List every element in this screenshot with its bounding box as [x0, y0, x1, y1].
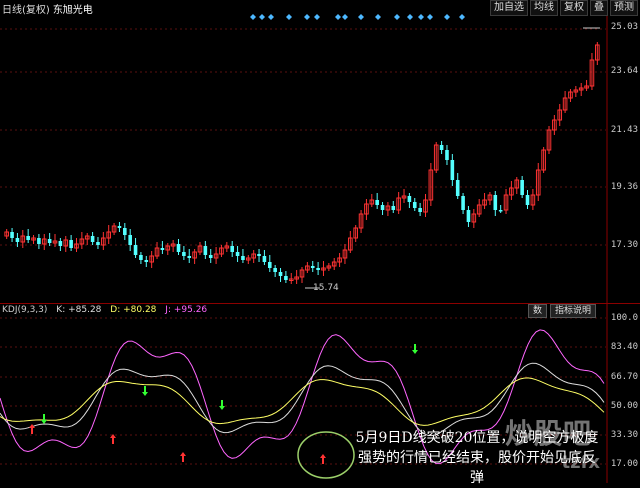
kdj-axis-label: 66.70 [610, 372, 638, 382]
candle-body [310, 266, 315, 268]
kdj-k-value: K: +85.28 [56, 305, 102, 315]
candle-body [133, 245, 138, 255]
candle-body [284, 276, 288, 280]
kdj-name: KDJ(9,3,3) [2, 305, 48, 315]
event-diamond-icon [250, 14, 256, 20]
event-diamond-icon [418, 14, 424, 20]
candle-body [10, 232, 14, 238]
event-diamond-icon [394, 14, 400, 20]
candle-body [37, 238, 41, 244]
candle-body [235, 252, 240, 256]
candle-body [187, 256, 192, 258]
candle-body [257, 254, 261, 256]
candle-body [176, 244, 181, 252]
candle-body [160, 248, 165, 250]
event-diamond-icon [375, 14, 381, 20]
candle-body [450, 160, 455, 180]
candle-body [455, 180, 460, 196]
candle-body [412, 202, 417, 208]
candle-body [493, 195, 498, 210]
kdj-axis-label: 50.00 [610, 401, 638, 411]
sell-arrow-icon [41, 414, 47, 424]
price-axis-label: 25.03 [610, 22, 638, 32]
formula-button[interactable]: 数 [527, 304, 547, 318]
candle-body [278, 272, 283, 276]
candle-body [418, 208, 422, 212]
kdj-d-value: D: +80.28 [110, 305, 157, 315]
candle-body [208, 255, 213, 258]
candle-body [241, 256, 245, 260]
candle-body [139, 255, 143, 260]
candle-body [273, 268, 277, 272]
event-diamond-icon [459, 14, 465, 20]
candle-body [15, 238, 20, 242]
kdj-axis-label: 17.00 [610, 459, 638, 469]
event-diamond-icon [342, 14, 348, 20]
candlestick-chart[interactable] [0, 0, 640, 483]
candle-body [123, 228, 127, 235]
candle-body [445, 150, 449, 160]
event-diamond-icon [286, 14, 292, 20]
highlight-circle [297, 431, 355, 479]
candle-body [96, 242, 100, 245]
event-diamond-icon [427, 14, 433, 20]
event-diamond-icon [314, 14, 320, 20]
candle-body [203, 246, 208, 255]
candle-body [439, 145, 444, 150]
buy-arrow-icon [320, 454, 326, 464]
candle-body [47, 239, 52, 243]
sell-arrow-icon [142, 386, 148, 396]
candle-body [144, 260, 149, 262]
event-diamond-icon [358, 14, 364, 20]
kdj-j-value: J: +95.26 [165, 305, 208, 315]
candle-body [267, 262, 272, 268]
candle-body [90, 236, 95, 242]
indicator-help-button[interactable]: 指标说明 [549, 304, 596, 318]
candle-body [380, 205, 385, 210]
price-axis-label: 19.36 [610, 182, 638, 192]
price-axis-label: 21.43 [610, 125, 638, 135]
buy-arrow-icon [180, 452, 186, 462]
sell-arrow-icon [412, 344, 418, 354]
candle-body [117, 226, 122, 228]
candle-body [262, 256, 267, 262]
event-diamond-icon [259, 14, 265, 20]
price-axis-label: 23.64 [610, 66, 638, 76]
candle-body [316, 268, 320, 270]
candle-body [26, 236, 30, 240]
kdj-axis-label: 100.0 [610, 313, 638, 323]
candle-body [407, 196, 412, 202]
event-diamond-icon [407, 14, 413, 20]
kdj-header: KDJ(9,3,3) K: +85.28 D: +80.28 J: +95.26 [2, 305, 213, 315]
event-diamond-icon [335, 14, 341, 20]
event-diamond-icon [444, 14, 450, 20]
event-diamond-icon [304, 14, 310, 20]
candle-body [498, 210, 503, 212]
candle-body [520, 180, 524, 195]
candle-body [58, 241, 63, 246]
candle-body [461, 196, 465, 210]
price-axis-label: 17.30 [610, 240, 638, 250]
candle-body [375, 200, 379, 205]
candle-body [230, 246, 234, 252]
low-price-label: 15.74 [313, 283, 339, 293]
kdj-axis-label: 83.40 [610, 342, 638, 352]
annotation-text: 5月9日D线突破20位置，说明空方极度强势的行情已经结束，股价开始见底反弹 [355, 430, 599, 486]
candle-body [466, 210, 471, 222]
kdj-buttons: 数 指标说明 [527, 304, 596, 318]
candle-body [391, 206, 396, 210]
event-diamond-icon [268, 14, 274, 20]
candle-body [128, 235, 132, 245]
sell-arrow-icon [219, 400, 225, 410]
kdj-axis-label: 33.30 [610, 430, 638, 440]
candle-body [182, 252, 186, 256]
candle-body [69, 240, 73, 248]
candle-body [525, 195, 530, 205]
